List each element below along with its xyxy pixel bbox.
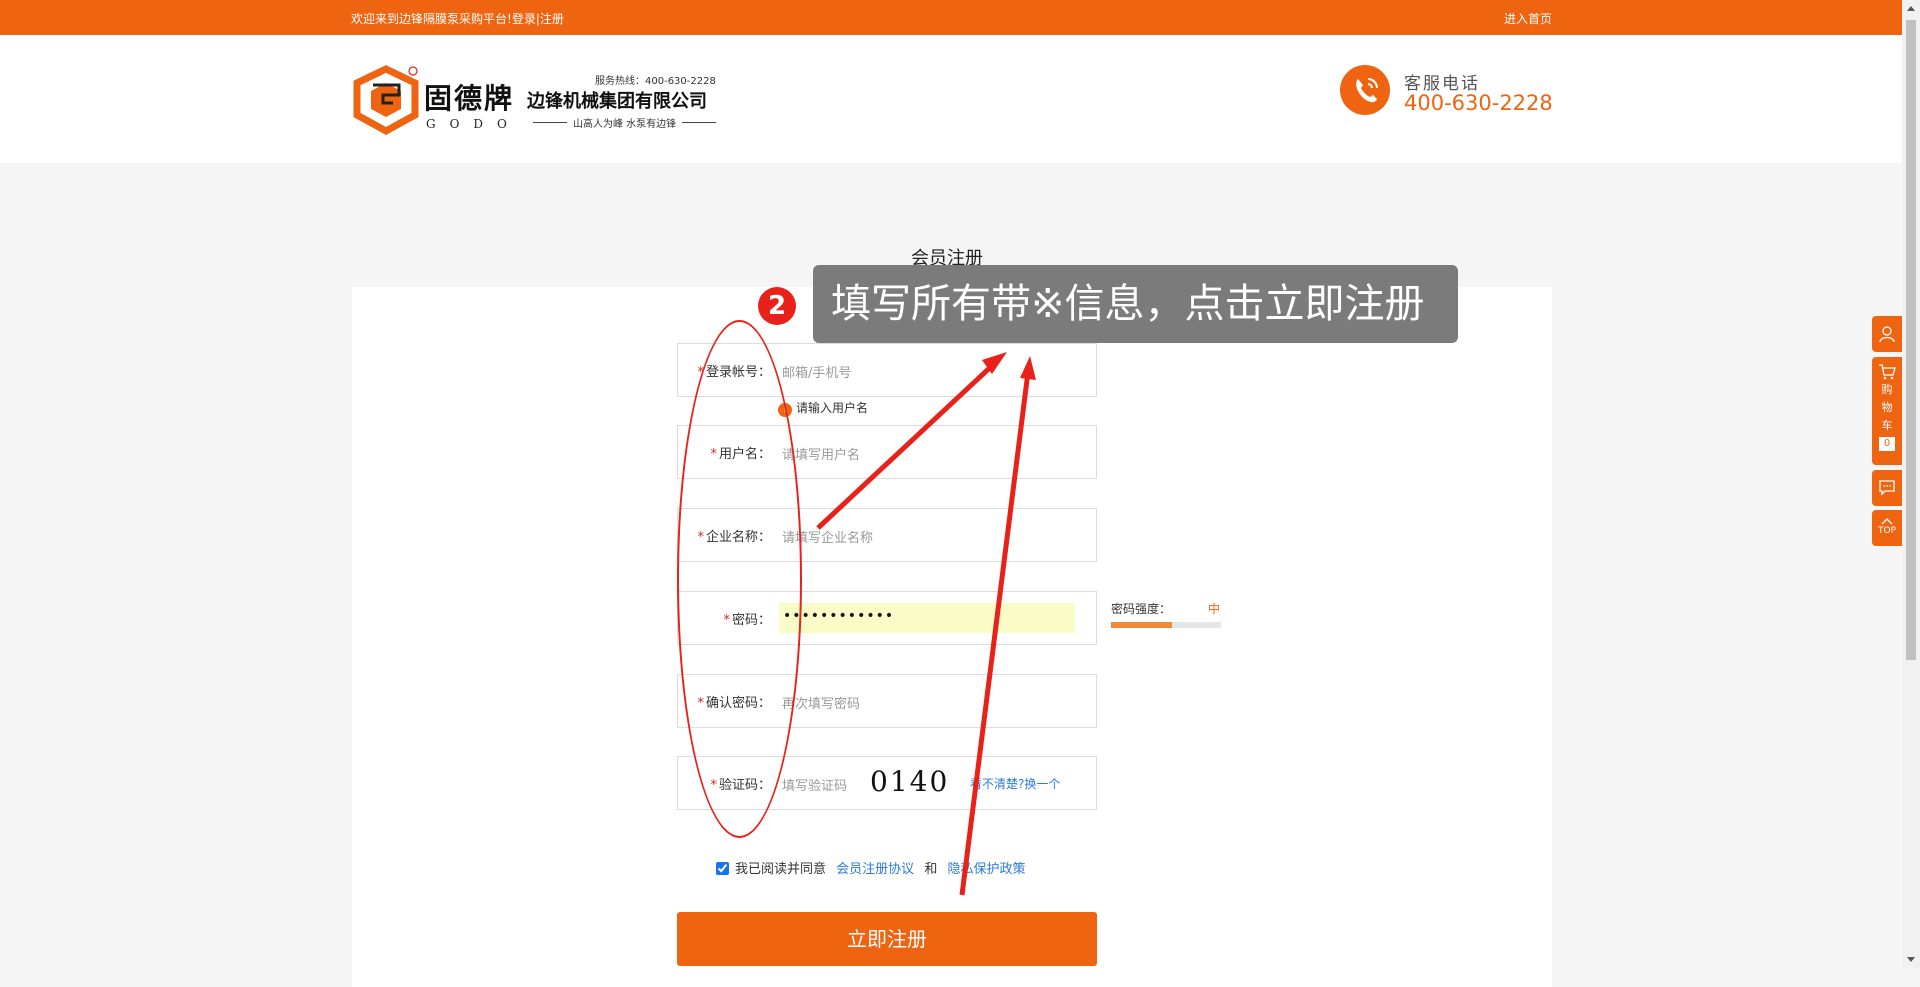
- annotation-ellipse: [677, 320, 802, 838]
- user-icon: [1879, 326, 1895, 343]
- service-phone: 400-630-2228: [1404, 91, 1553, 115]
- company-name: 边锋机械集团有限公司: [527, 91, 707, 112]
- phone-icon: [1340, 65, 1390, 115]
- agreement-row: 我已阅读并同意 会员注册协议 和 隐私保护政策: [716, 858, 1025, 877]
- welcome-text: 欢迎来到边锋隔膜泵采购平台!登录|注册: [351, 12, 564, 26]
- user-center-button[interactable]: [1872, 316, 1902, 352]
- scrollbar[interactable]: [1902, 0, 1920, 968]
- password-input[interactable]: ••••••••••••: [779, 603, 1075, 633]
- captcha-refresh-link[interactable]: 看不清楚?换一个: [970, 775, 1060, 792]
- logo[interactable]: 固德牌 GODO 服务热线：400-630-2228 边锋机械集团有限公司 山高…: [351, 65, 721, 161]
- scroll-thumb[interactable]: [1906, 20, 1916, 660]
- login-link[interactable]: 登录: [512, 12, 536, 26]
- agreement-link[interactable]: 会员注册协议: [836, 862, 914, 877]
- account-input[interactable]: 邮箱/手机号: [782, 362, 851, 381]
- cart-label: 购物车: [1881, 383, 1893, 432]
- site-header: 固德牌 GODO 服务热线：400-630-2228 边锋机械集团有限公司 山高…: [0, 35, 1902, 163]
- scroll-up-icon[interactable]: [1907, 6, 1915, 11]
- cart-count: 0: [1879, 437, 1895, 451]
- top-label: TOP: [1877, 526, 1896, 536]
- brand-name: 固德牌: [424, 82, 515, 115]
- password-strength: 密码强度： 中: [1111, 600, 1221, 628]
- brand-name-en: GODO: [426, 117, 521, 131]
- message-button[interactable]: [1872, 470, 1902, 506]
- captcha-image[interactable]: 0140: [870, 765, 970, 801]
- cart-button[interactable]: 购物车 0: [1872, 357, 1902, 465]
- strength-bar: [1111, 622, 1221, 628]
- arrow-up-icon: [1881, 518, 1893, 525]
- top-bar: 欢迎来到边锋隔膜泵采购平台!登录|注册 进入首页: [0, 0, 1902, 35]
- hotline-text: 服务热线：400-630-2228: [595, 76, 716, 87]
- logo-cube-icon: [353, 65, 419, 135]
- register-button[interactable]: 立即注册: [677, 912, 1097, 966]
- back-to-top-button[interactable]: TOP: [1872, 510, 1902, 546]
- step-badge: 2: [758, 287, 796, 325]
- register-link[interactable]: 注册: [540, 12, 564, 26]
- slogan: 山高人为峰 水泵有边锋: [527, 115, 722, 130]
- scroll-down-icon[interactable]: [1907, 957, 1915, 962]
- strength-level: 中: [1208, 602, 1221, 616]
- privacy-link[interactable]: 隐私保护政策: [947, 862, 1025, 877]
- cart-icon: [1879, 364, 1896, 380]
- tutorial-tooltip: 填写所有带※信息，点击立即注册: [813, 265, 1458, 343]
- customer-service: 客服电话 400-630-2228: [1340, 65, 1570, 117]
- captcha-input[interactable]: 填写验证码: [782, 775, 847, 794]
- agree-checkbox[interactable]: [716, 862, 729, 875]
- home-link[interactable]: 进入首页: [1504, 10, 1552, 27]
- account-hint: ! 请输入用户名: [778, 399, 868, 417]
- chat-icon: [1879, 480, 1895, 496]
